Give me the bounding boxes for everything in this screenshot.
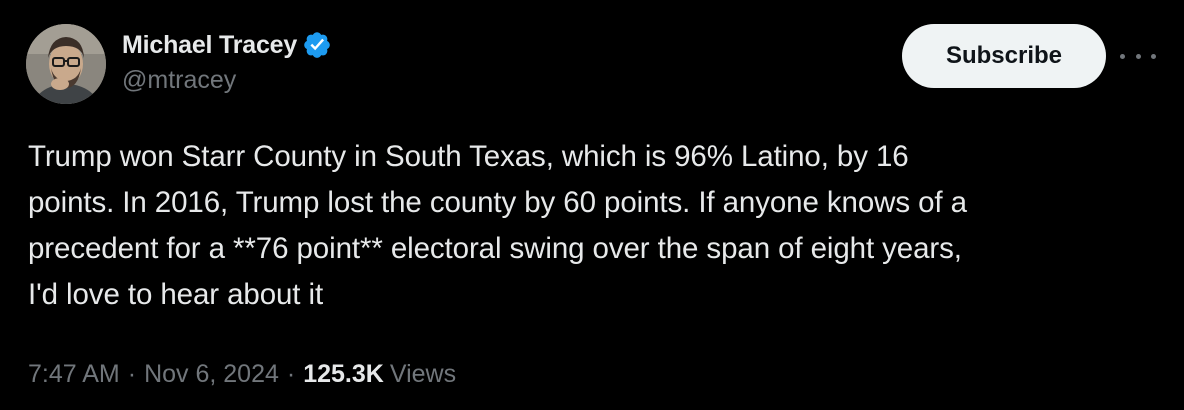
- name-row: Michael Tracey: [122, 28, 332, 62]
- verified-badge-icon[interactable]: [302, 30, 332, 60]
- views-label: Views: [389, 360, 457, 388]
- tweet-text-line: I'd love to hear about it: [28, 278, 324, 311]
- dot: [1151, 53, 1156, 59]
- avatar[interactable]: [26, 24, 106, 104]
- views-count[interactable]: 125.3K: [303, 360, 384, 389]
- author-info: Michael Tracey @mtracey: [122, 28, 332, 95]
- profile-photo-icon: [26, 24, 106, 104]
- ellipsis-icon[interactable]: [1120, 44, 1156, 68]
- tweet-text: Trump won Starr County in South Texas, w…: [28, 134, 1168, 318]
- tweet-card: Michael Tracey @mtracey Subscribe Trump …: [0, 0, 1184, 410]
- tweet-time[interactable]: 7:47 AM: [28, 360, 120, 389]
- separator: ·: [127, 360, 137, 388]
- tweet-metadata: 7:47 AM · Nov 6, 2024 · 125.3K Views: [28, 360, 456, 389]
- tweet-date[interactable]: Nov 6, 2024: [144, 360, 279, 389]
- separator: ·: [286, 360, 296, 388]
- tweet-text-line: Trump won Starr County in South Texas, w…: [28, 140, 909, 173]
- subscribe-button[interactable]: Subscribe: [902, 24, 1106, 88]
- dot: [1120, 53, 1125, 59]
- author-display-name[interactable]: Michael Tracey: [122, 31, 297, 60]
- tweet-text-line: precedent for a **76 point** electoral s…: [28, 232, 962, 265]
- dot: [1135, 53, 1141, 59]
- tweet-text-line: points. In 2016, Trump lost the county b…: [28, 186, 967, 219]
- author-handle[interactable]: @mtracey: [122, 66, 332, 95]
